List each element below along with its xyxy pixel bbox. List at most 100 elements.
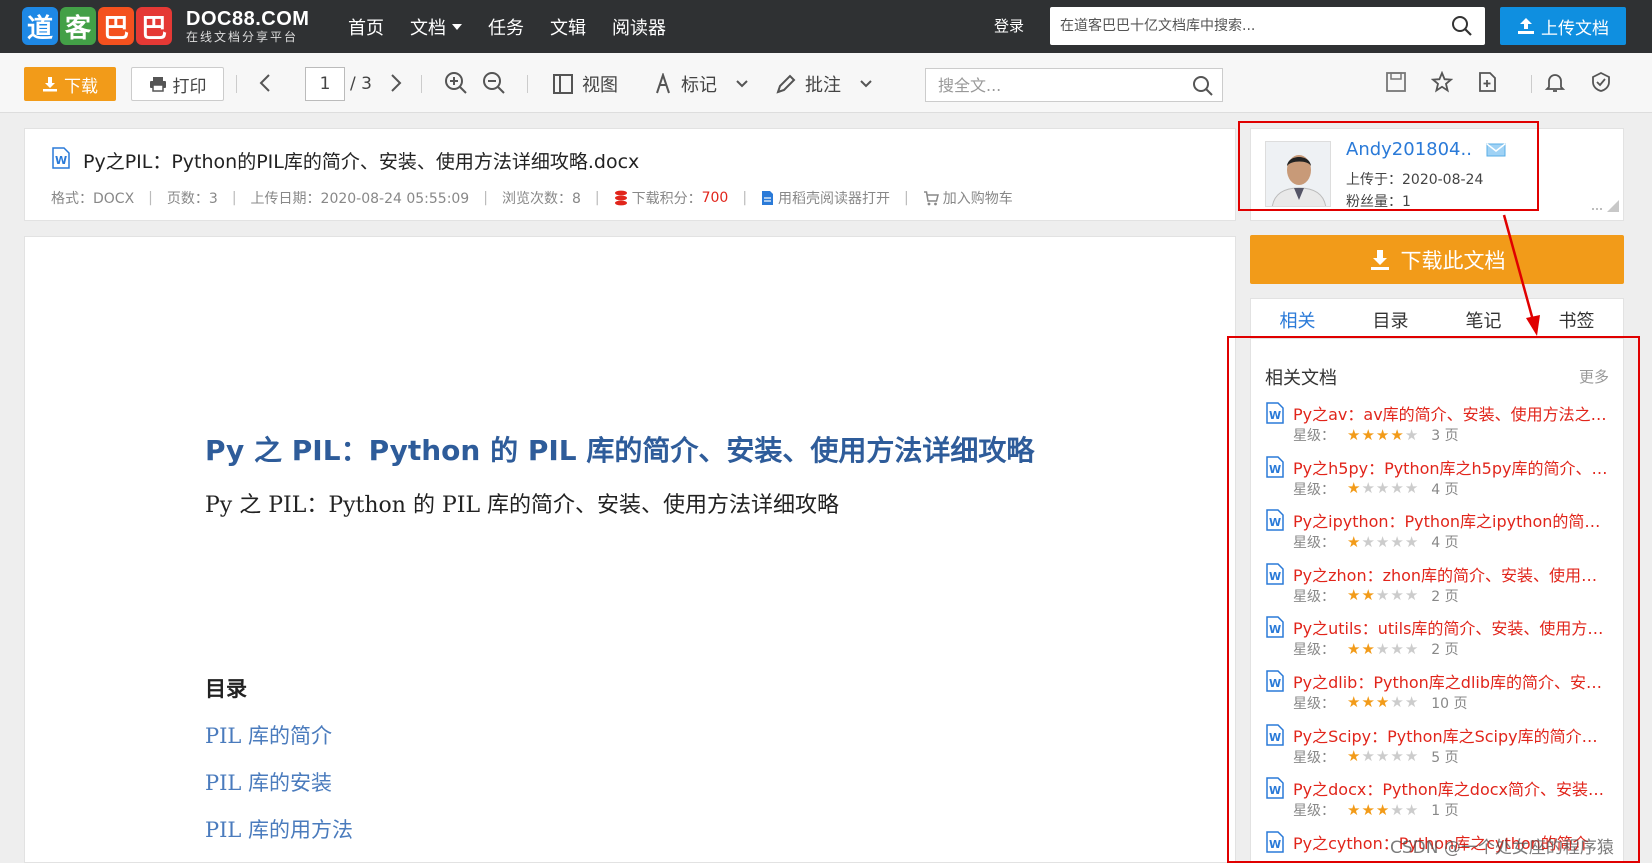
toolbar-divider — [527, 75, 528, 93]
meta-divider: | — [148, 190, 153, 206]
reader-toolbar: 下载 打印 1 / 3 视图 标记 批注 — [0, 53, 1652, 113]
upload-document-button[interactable]: 上传文档 — [1500, 7, 1626, 45]
tab-contents[interactable]: 目录 — [1344, 299, 1437, 338]
meta-points-label: 下载积分： — [631, 191, 702, 207]
nav-home[interactable]: 首页 — [348, 14, 384, 40]
annotation-highlight-box — [1227, 336, 1640, 863]
meta-format: 格式：DOCX — [51, 191, 135, 207]
download-icon — [1370, 249, 1389, 270]
pen-icon — [776, 74, 796, 94]
watermark: CSDN @一个处女座的程序猿 — [1390, 838, 1614, 858]
meta-divider: | — [231, 190, 237, 206]
sidebar-tabs: 相关 目录 笔记 书签 — [1251, 299, 1623, 339]
logo-domain: DOC88.COM — [186, 8, 310, 30]
zoom-in-icon[interactable] — [444, 71, 468, 99]
meta-views: 浏览次数：8 — [501, 191, 581, 207]
page-heading: Py 之 PIL：Python 的 PIL 库的简介、安装、使用方法详细攻略 — [205, 434, 1035, 467]
cart-icon — [923, 190, 939, 205]
fulltext-search-box — [925, 68, 1223, 102]
word-file-icon: W — [51, 147, 71, 174]
print-button[interactable]: 打印 — [131, 67, 224, 101]
printer-icon — [149, 77, 166, 92]
coins-icon — [614, 190, 627, 206]
mark-label: 标记 — [681, 75, 717, 96]
nav-collections[interactable]: 文辑 — [550, 14, 586, 40]
meta-divider: | — [483, 190, 488, 206]
view-label: 视图 — [582, 75, 618, 96]
toc-title: 目录 — [205, 677, 247, 701]
svg-text:W: W — [55, 154, 67, 167]
annotate-label: 批注 — [805, 75, 841, 96]
search-icon[interactable] — [1451, 15, 1473, 41]
caret-down-icon — [452, 23, 462, 30]
logo-char: 巴 — [98, 7, 134, 45]
chevron-down-icon — [736, 80, 748, 88]
tab-related[interactable]: 相关 — [1251, 299, 1344, 338]
main-nav: 首页 文档 任务 文辑 阅读器 — [348, 0, 692, 53]
page-subheading: Py 之 PIL：Python 的 PIL 库的简介、安装、使用方法详细攻略 — [205, 493, 840, 518]
chevron-down-icon — [860, 80, 872, 88]
page-total: / 3 — [350, 74, 372, 94]
nav-tasks[interactable]: 任务 — [488, 14, 524, 40]
add-to-cart-label: 加入购物车 — [942, 191, 1013, 207]
open-with-reader-label: 用稻壳阅读器打开 — [778, 191, 891, 207]
meta-upload-date: 上传日期：2020-08-24 05:55:09 — [250, 191, 470, 207]
nav-reader[interactable]: 阅读器 — [612, 14, 666, 40]
top-search-box — [1050, 7, 1485, 45]
fulltext-search-input[interactable] — [926, 69, 1176, 101]
open-with-reader-link[interactable]: 用稻壳阅读器打开 — [761, 188, 890, 208]
download-label: 下载 — [64, 76, 98, 97]
download-icon — [43, 77, 57, 92]
toolbar-divider — [236, 75, 237, 93]
meta-divider: | — [904, 190, 909, 206]
check-shield-icon[interactable] — [1590, 71, 1612, 97]
document-title-text: Py之PIL：Python的PIL库的简介、安装、使用方法详细攻略.docx — [83, 151, 640, 173]
view-icon — [553, 74, 573, 94]
resize-grip-icon — [1591, 200, 1619, 216]
download-document-button[interactable]: 下载此文档 — [1250, 235, 1624, 284]
meta-points-value: 700 — [701, 190, 729, 206]
top-search-input[interactable] — [1050, 7, 1430, 45]
meta-pages: 页数：3 — [166, 191, 218, 207]
add-file-icon[interactable] — [1476, 71, 1498, 97]
login-link[interactable]: 登录 — [994, 15, 1024, 36]
star-favorite-icon[interactable] — [1430, 70, 1454, 97]
toolbar-download-button[interactable]: 下载 — [24, 67, 116, 101]
logo-char: 道 — [22, 7, 58, 45]
toc-link[interactable]: PIL 库的安装 — [205, 767, 332, 797]
document-meta: 格式：DOCX | 页数：3 | 上传日期：2020-08-24 05:55:0… — [51, 188, 1013, 208]
toolbar-divider — [421, 75, 422, 93]
marker-icon — [656, 73, 670, 94]
top-navbar: 道客巴巴 DOC88.COM 在线文档分享平台 首页 文档 任务 文辑 阅读器 … — [0, 0, 1652, 53]
add-to-cart-link[interactable]: 加入购物车 — [923, 188, 1013, 208]
upload-label: 上传文档 — [1541, 18, 1609, 39]
doc-reader-icon — [762, 191, 774, 205]
site-logo[interactable]: 道客巴巴 DOC88.COM 在线文档分享平台 — [22, 4, 309, 48]
nav-documents-label: 文档 — [410, 17, 446, 39]
save-icon[interactable] — [1385, 71, 1407, 97]
annotate-menu[interactable]: 批注 — [775, 67, 873, 101]
view-menu[interactable]: 视图 — [552, 67, 618, 101]
toc-link[interactable]: PIL 库的简介 — [205, 720, 332, 750]
annotation-highlight-box — [1238, 121, 1539, 211]
logo-char: 巴 — [136, 7, 172, 45]
meta-divider: | — [742, 190, 748, 206]
next-page-icon[interactable] — [389, 73, 403, 97]
print-label: 打印 — [172, 76, 207, 97]
bell-icon[interactable] — [1544, 71, 1566, 97]
document-info-card: W Py之PIL：Python的PIL库的简介、安装、使用方法详细攻略.docx… — [24, 128, 1236, 221]
upload-icon — [1518, 18, 1534, 34]
nav-documents[interactable]: 文档 — [410, 14, 462, 40]
document-title: W Py之PIL：Python的PIL库的简介、安装、使用方法详细攻略.docx — [51, 147, 639, 174]
toolbar-divider — [1531, 75, 1532, 93]
mark-menu[interactable]: 标记 — [653, 67, 749, 101]
toc-link[interactable]: PIL 库的用方法 — [205, 814, 353, 844]
search-icon[interactable] — [1192, 75, 1214, 101]
page-number-input[interactable]: 1 — [305, 67, 345, 101]
zoom-out-icon[interactable] — [482, 71, 506, 99]
meta-divider: | — [594, 190, 600, 206]
prev-page-icon[interactable] — [258, 73, 272, 97]
document-page: Py 之 PIL：Python 的 PIL 库的简介、安装、使用方法详细攻略 P… — [24, 236, 1236, 863]
logo-char: 客 — [60, 7, 96, 45]
annotation-arrow — [1502, 214, 1540, 336]
